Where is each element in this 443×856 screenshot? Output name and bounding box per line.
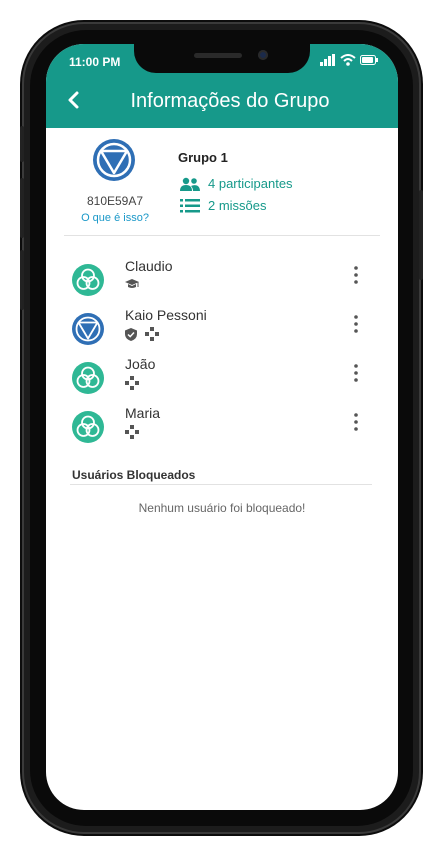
what-is-this-link[interactable]: O que é isso? <box>76 212 154 224</box>
status-icons <box>320 54 378 66</box>
member-name: João <box>125 356 156 372</box>
more-options-icon[interactable] <box>352 315 360 333</box>
blocked-users-heading: Usuários Bloqueados <box>72 468 196 482</box>
triangle-knot-avatar-icon <box>72 362 104 394</box>
wifi-icon <box>340 54 356 66</box>
gamepad-icon <box>125 425 139 439</box>
participants-link[interactable]: 4 participantes <box>180 176 293 191</box>
page-title: Informações do Grupo <box>130 90 330 112</box>
side-button-right <box>419 190 423 280</box>
member-row[interactable]: Claudio <box>46 258 398 304</box>
graduation-cap-icon <box>125 279 139 288</box>
member-row[interactable]: Maria <box>46 405 398 451</box>
front-camera <box>258 50 268 60</box>
gamepad-icon <box>125 376 139 390</box>
group-avatar-icon <box>93 139 135 181</box>
speaker-grille <box>194 53 242 58</box>
participants-count: 4 participantes <box>208 176 293 191</box>
list-icon <box>180 198 200 212</box>
member-name: Maria <box>125 405 161 421</box>
member-badges <box>125 425 139 439</box>
more-options-icon[interactable] <box>352 364 360 382</box>
phone-screen: 11:00 PM Informações do Grupo 810E59A7 O… <box>46 44 398 810</box>
group-code: 810E59A7 <box>86 194 144 208</box>
member-badges <box>125 376 139 390</box>
more-options-icon[interactable] <box>352 266 360 284</box>
member-row[interactable]: João <box>46 356 398 402</box>
side-button-left-top <box>20 126 24 162</box>
group-header: 810E59A7 O que é isso? Grupo 1 4 partici… <box>46 136 398 236</box>
member-name: Claudio <box>125 258 173 274</box>
member-badges <box>125 278 139 290</box>
blocked-divider <box>70 484 372 485</box>
app-bar: 11:00 PM Informações do Grupo <box>46 44 398 128</box>
people-icon <box>180 177 200 191</box>
down-triangle-avatar-icon <box>72 313 104 345</box>
missions-link[interactable]: 2 missões <box>180 198 267 213</box>
group-name: Grupo 1 <box>178 150 228 165</box>
blocked-empty-message: Nenhum usuário foi bloqueado! <box>138 501 306 515</box>
signal-icon <box>320 54 335 66</box>
header-divider <box>64 235 380 236</box>
member-name: Kaio Pessoni <box>125 307 207 323</box>
missions-count: 2 missões <box>208 198 267 213</box>
more-options-icon[interactable] <box>352 413 360 431</box>
battery-icon <box>360 55 378 65</box>
shield-check-icon <box>125 327 137 341</box>
triangle-knot-avatar-icon <box>72 411 104 443</box>
member-row[interactable]: Kaio Pessoni <box>46 307 398 353</box>
notch <box>134 44 310 73</box>
gamepad-icon <box>145 327 159 341</box>
triangle-knot-avatar-icon <box>72 264 104 296</box>
member-badges <box>125 327 159 341</box>
side-button-left-bottom <box>20 250 24 310</box>
side-button-left-mid <box>20 178 24 238</box>
status-time: 11:00 PM <box>69 55 121 69</box>
